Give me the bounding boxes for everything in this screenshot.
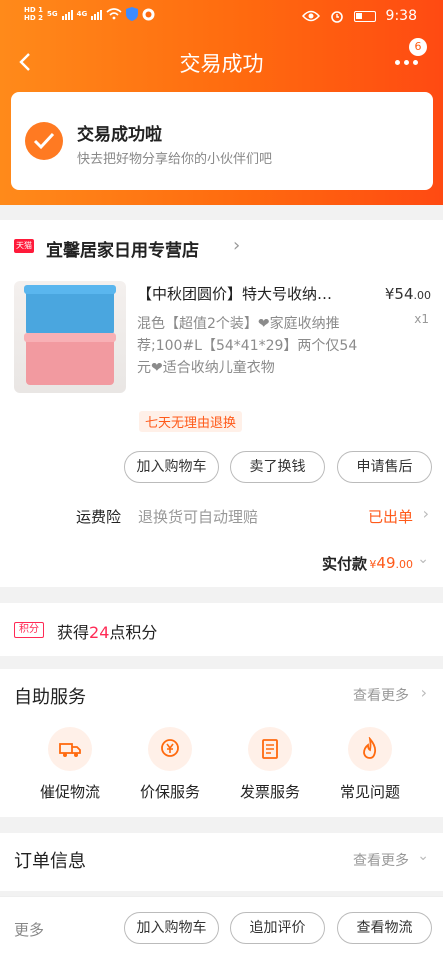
price-protect-icon xyxy=(148,727,192,771)
service-label: 催促物流 xyxy=(39,783,100,801)
sim1-label: HD 1 xyxy=(24,6,43,14)
service-price-protect[interactable]: 价保服务 xyxy=(122,727,218,802)
add-to-cart-button[interactable]: 加入购物车 xyxy=(124,451,219,483)
success-card: 交易成功啦 快去把好物分享给你的小伙伴们吧 xyxy=(11,92,433,190)
price-decimal: .00 xyxy=(413,289,432,302)
bottom-add-to-cart-button[interactable]: 加入购物车 xyxy=(124,912,219,944)
insurance-text: 退换货可自动理赔 xyxy=(138,508,259,526)
message-count-badge: 6 xyxy=(409,38,427,56)
product-image[interactable] xyxy=(14,281,126,393)
self-service-more-link[interactable]: 查看更多 xyxy=(353,685,409,705)
chevron-right-icon[interactable]: › xyxy=(233,235,240,256)
paid-label: 实付款 xyxy=(321,555,367,573)
paid-amount: ¥49.00 xyxy=(369,554,413,572)
delivery-truck-icon xyxy=(48,727,92,771)
network-4g-label: 4G xyxy=(76,10,88,18)
insurance-status[interactable]: 已出单 xyxy=(368,506,413,527)
app-icon xyxy=(142,8,155,20)
signal-icon xyxy=(61,8,73,20)
store-name-link[interactable]: 宜馨居家日用专营店 xyxy=(46,236,199,261)
status-time: 9:38 xyxy=(385,8,417,24)
service-invoice[interactable]: 发票服务 xyxy=(222,727,318,802)
pink-box-lid-shape xyxy=(24,333,116,342)
service-urge-delivery[interactable]: 催促物流 xyxy=(22,727,118,802)
points-text: 获得24点积分 xyxy=(57,619,157,643)
return-policy-tag: 七天无理由退换 xyxy=(139,411,243,432)
product-sku-description: 混色【超值2个装】❤家庭收纳推荐;100#L【54*41*29】两个仅54元❤适… xyxy=(137,316,358,376)
service-label: 常见问题 xyxy=(339,783,400,801)
product-quantity: x1 xyxy=(414,312,429,326)
sim-tags: HD 1 HD 2 xyxy=(24,6,43,22)
chevron-down-icon[interactable]: ⌄ xyxy=(417,848,429,864)
price-symbol: ¥ xyxy=(384,285,395,303)
sim2-label: HD 2 xyxy=(24,14,43,22)
paid-decimal: .00 xyxy=(395,558,414,571)
points-suffix: 点积分 xyxy=(109,623,158,642)
success-subtitle: 快去把好物分享给你的小伙伴们吧 xyxy=(77,152,273,167)
invoice-icon xyxy=(248,727,292,771)
success-title: 交易成功啦 xyxy=(77,125,162,145)
chevron-right-icon[interactable]: › xyxy=(423,504,429,523)
self-service-title: 自助服务 xyxy=(14,687,86,708)
fire-icon xyxy=(348,727,392,771)
points-tag: 积分 xyxy=(14,622,44,638)
signal-group: HD 1 HD 2 5G 4G xyxy=(24,6,155,22)
alarm-icon xyxy=(330,11,343,23)
status-right: 9:38 xyxy=(301,8,417,24)
shield-icon xyxy=(126,7,139,21)
view-logistics-button[interactable]: 查看物流 xyxy=(337,912,432,944)
chevron-right-icon[interactable]: › xyxy=(421,683,427,702)
checkmark-icon xyxy=(25,122,63,160)
service-label: 价保服务 xyxy=(139,783,200,801)
order-info-card: 订单信息 查看更多 ⌄ xyxy=(0,833,443,891)
order-info-title: 订单信息 xyxy=(14,851,86,872)
page-title: 交易成功 xyxy=(179,52,264,76)
blue-box-shape xyxy=(26,289,114,335)
paid-integer: 49 xyxy=(376,554,396,572)
battery-icon xyxy=(353,10,376,22)
order-info-more-link[interactable]: 查看更多 xyxy=(353,850,409,870)
add-review-button[interactable]: 追加评价 xyxy=(230,912,325,944)
product-price: ¥54.00 xyxy=(385,285,431,303)
more-actions-link[interactable]: 更多 xyxy=(14,919,44,940)
more-menu-button[interactable]: 6 xyxy=(393,38,427,76)
eye-icon xyxy=(301,10,320,22)
status-bar: HD 1 HD 2 5G 4G 9:38 xyxy=(0,0,443,34)
tmall-badge: 天猫 xyxy=(14,239,34,253)
pink-box-shape xyxy=(26,337,114,385)
service-label: 发票服务 xyxy=(239,783,300,801)
points-prefix: 获得 xyxy=(57,623,90,642)
self-service-card: 自助服务 查看更多 › 催促物流 价保服务 发票服务 常见问题 xyxy=(0,669,443,817)
bottom-action-bar: 更多 加入购物车 追加评价 查看物流 xyxy=(0,896,443,960)
price-integer: 54 xyxy=(394,285,414,303)
network-5g-label: 5G xyxy=(46,10,58,18)
points-card: 积分 获得24点积分 xyxy=(0,603,443,656)
product-title[interactable]: 【中秋团圆价】特大号收纳… xyxy=(137,283,369,304)
wifi-icon xyxy=(106,8,122,20)
after-sale-button[interactable]: 申请售后 xyxy=(337,451,432,483)
signal-icon xyxy=(91,8,103,20)
insurance-label: 运费险 xyxy=(76,508,122,526)
more-dots-icon xyxy=(395,60,418,65)
order-item-card: 天猫 宜馨居家日用专营店 › 【中秋团圆价】特大号收纳… ¥54.00 x1 混… xyxy=(0,220,443,587)
chevron-down-icon[interactable]: ⌄ xyxy=(417,551,429,567)
blue-box-lid-shape xyxy=(24,285,116,294)
points-value: 24 xyxy=(89,623,110,642)
service-faq[interactable]: 常见问题 xyxy=(322,727,418,802)
resell-button[interactable]: 卖了换钱 xyxy=(230,451,325,483)
